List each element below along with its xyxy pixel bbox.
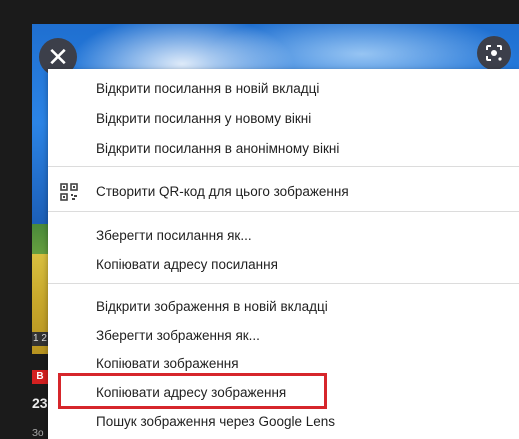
screen: 1 2 B 23 Зо ✕ Відкрити посилання в новій… <box>0 0 519 439</box>
context-menu: Відкрити посилання в новій вкладці Відкр… <box>48 69 519 439</box>
side-badge: 1 2 <box>32 332 48 346</box>
menu-item-copy-image-address[interactable]: Копіювати адресу зображення <box>48 381 519 405</box>
menu-item-create-qr-code[interactable]: Створити QR-код для цього зображення <box>48 180 519 204</box>
menu-item-label: Відкрити посилання в новій вкладці <box>96 81 320 96</box>
menu-item-save-image-as[interactable]: Зберегти зображення як... <box>48 324 519 348</box>
menu-item-open-link-new-tab[interactable]: Відкрити посилання в новій вкладці <box>48 77 519 101</box>
menu-item-copy-link-address[interactable]: Копіювати адресу посилання <box>48 253 519 277</box>
menu-item-label: Відкрити посилання в анонімному вікні <box>96 141 340 156</box>
menu-item-label: Копіювати адресу зображення <box>96 385 287 400</box>
menu-item-search-google-lens[interactable]: Пошук зображення через Google Lens <box>48 410 519 434</box>
menu-item-label: Копіювати зображення <box>96 356 239 371</box>
side-number: 23 <box>32 395 48 411</box>
google-lens-button[interactable] <box>477 36 511 70</box>
side-small-text: Зо <box>32 428 44 439</box>
close-icon: ✕ <box>47 42 69 72</box>
menu-item-label: Пошук зображення через Google Lens <box>96 414 336 429</box>
menu-item-label: Копіювати адресу посилання <box>96 257 278 272</box>
google-lens-icon <box>486 45 502 61</box>
menu-separator <box>48 283 519 284</box>
qr-code-icon <box>60 183 78 201</box>
menu-item-label: Зберегти зображення як... <box>96 328 260 343</box>
menu-item-label: Відкрити зображення в новій вкладці <box>96 299 328 314</box>
menu-separator <box>48 211 519 212</box>
menu-item-save-link-as[interactable]: Зберегти посилання як... <box>48 224 519 248</box>
side-red-badge: B <box>32 370 48 384</box>
menu-item-label: Відкрити посилання у новому вікні <box>96 111 312 126</box>
menu-item-open-link-incognito[interactable]: Відкрити посилання в анонімному вікні <box>48 137 519 161</box>
menu-separator <box>48 166 519 167</box>
menu-item-label: Створити QR-код для цього зображення <box>96 184 349 199</box>
menu-item-label: Зберегти посилання як... <box>96 228 252 243</box>
menu-item-open-image-new-tab[interactable]: Відкрити зображення в новій вкладці <box>48 295 519 319</box>
menu-item-open-link-new-window[interactable]: Відкрити посилання у новому вікні <box>48 107 519 131</box>
menu-item-copy-image[interactable]: Копіювати зображення <box>48 352 519 376</box>
